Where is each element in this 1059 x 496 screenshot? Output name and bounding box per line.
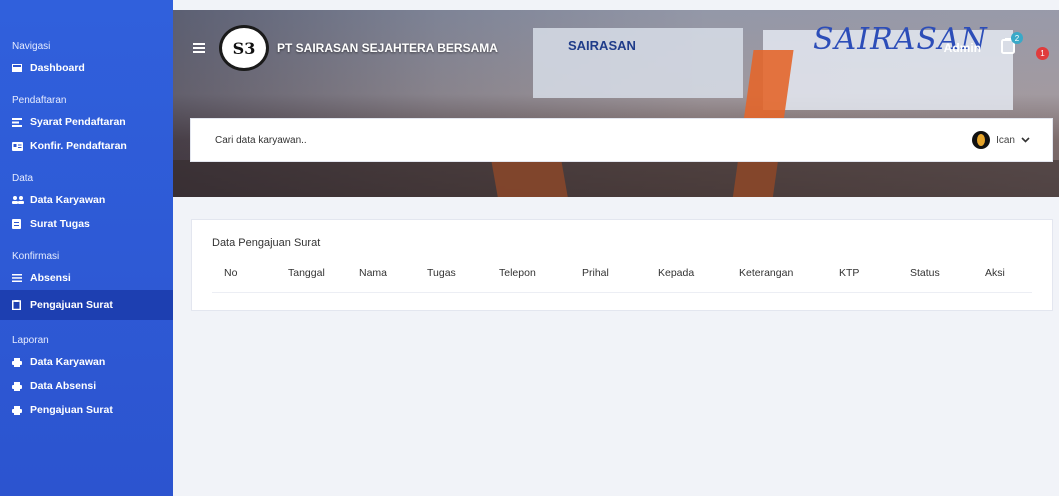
company-name: PT SAIRASAN SEJAHTERA BERSAMA [277, 41, 498, 55]
list-icon [12, 117, 30, 127]
sidebar-item-label: Absensi [30, 272, 71, 284]
printer-icon [12, 405, 30, 415]
sidebar-item-konfir-pendaftaran[interactable]: Konfir. Pendaftaran [0, 134, 173, 158]
column-header: Tanggal [288, 267, 325, 279]
user-name: Ican [996, 134, 1015, 146]
document-icon [12, 219, 30, 229]
clipboard-icon [12, 300, 30, 310]
company-logo: S3 [219, 25, 269, 71]
sidebar-item-label: Syarat Pendaftaran [30, 116, 126, 128]
column-header: Status [910, 267, 940, 279]
avatar [972, 131, 991, 149]
sidebar-item-label: Data Absensi [30, 380, 97, 392]
sidebar-item-laporan-data-absensi[interactable]: Data Absensi [0, 374, 173, 398]
sidebar-item-label: Data Karyawan [30, 194, 106, 206]
sidebar-item-laporan-pengajuan-surat[interactable]: Pengajuan Surat [0, 398, 173, 422]
sidebar-item-label: Surat Tugas [30, 218, 90, 230]
id-card-icon [12, 141, 30, 151]
column-header: Tugas [427, 267, 456, 279]
card-title: Data Pengajuan Surat [212, 237, 321, 249]
sidebar-item-label: Data Karyawan [30, 356, 106, 368]
search-bar: Ican [190, 118, 1053, 162]
printer-icon [12, 381, 30, 391]
column-header: Aksi [985, 267, 1005, 279]
admin-label[interactable]: Admin [944, 41, 981, 55]
sidebar-item-syarat-pendaftaran[interactable]: Syarat Pendaftaran [0, 110, 173, 134]
sidebar-item-label: Dashboard [30, 62, 85, 74]
sidebar-item-laporan-data-karyawan[interactable]: Data Karyawan [0, 350, 173, 374]
documents-badge: 2 [1011, 32, 1023, 44]
dashboard-icon [12, 64, 30, 72]
search-input[interactable] [215, 134, 615, 146]
data-card: Data Pengajuan Surat No Tanggal Nama Tug… [191, 219, 1053, 311]
sidebar-item-label: Konfir. Pendaftaran [30, 140, 127, 152]
bars-icon [12, 274, 30, 282]
sidebar-item-dashboard[interactable]: Dashboard [0, 56, 173, 80]
menu-toggle-icon[interactable] [193, 43, 205, 53]
table-header: No Tanggal Nama Tugas Telepon Prihal Kep… [192, 260, 1052, 288]
column-header: Prihal [582, 267, 609, 279]
column-header: Kepada [658, 267, 695, 279]
user-menu[interactable]: Ican [972, 131, 1030, 149]
column-header: Telepon [499, 267, 536, 279]
sidebar: Navigasi Dashboard Pendaftaran Syarat Pe… [0, 0, 173, 496]
section-konfirmasi: Konfirmasi [12, 251, 60, 262]
column-header: No [224, 267, 238, 279]
column-header: Nama [359, 267, 388, 279]
topbar: S3 PT SAIRASAN SEJAHTERA BERSAMA Admin 2… [173, 18, 1059, 78]
section-pendaftaran: Pendaftaran [12, 95, 67, 106]
sidebar-item-label: Pengajuan Surat [30, 299, 113, 311]
users-icon [12, 196, 30, 204]
section-data: Data [12, 173, 34, 184]
sidebar-item-absensi[interactable]: Absensi [0, 266, 173, 290]
sidebar-item-data-karyawan[interactable]: Data Karyawan [0, 188, 173, 212]
sidebar-item-pengajuan-surat[interactable]: Pengajuan Surat [0, 290, 173, 320]
column-header: Keterangan [739, 267, 794, 279]
chevron-down-icon [1021, 137, 1030, 143]
printer-icon [12, 357, 30, 367]
section-laporan: Laporan [12, 335, 49, 346]
column-header: KTP [839, 267, 860, 279]
notification-badge[interactable]: 1 [1036, 47, 1049, 60]
sidebar-item-label: Pengajuan Surat [30, 404, 113, 416]
sidebar-item-surat-tugas[interactable]: Surat Tugas [0, 212, 173, 236]
section-navigasi: Navigasi [12, 41, 51, 52]
